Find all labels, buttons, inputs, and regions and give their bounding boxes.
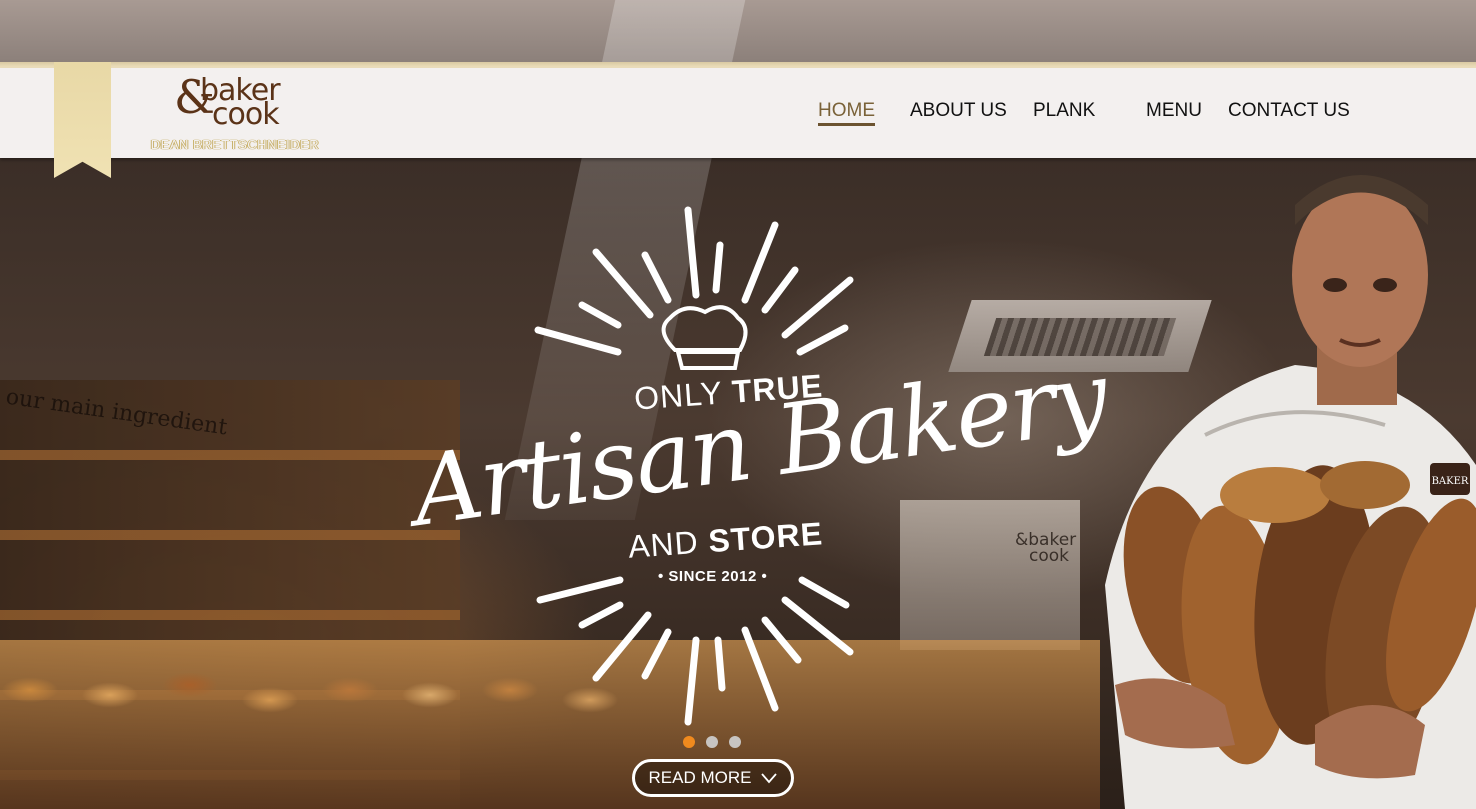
slider-dot-3[interactable] [729,736,741,748]
logo-subtitle: DEAN BRETTSCHNEIDER [150,137,320,152]
since-label: • SINCE 2012 • [658,568,768,585]
read-more-label: READ MORE [648,768,752,787]
nav-plank[interactable]: PLANK [1033,100,1095,122]
chef-image: BAKER [1105,175,1476,809]
logo-cook: cook [212,97,280,132]
slider-dot-2[interactable] [706,736,718,748]
hero-emblem: ONLY TRUE Artisan Bakery AND STORE • SIN… [400,200,1113,740]
word-store: STORE [707,515,825,560]
nav-about-us[interactable]: ABOUT US [910,100,1007,122]
nav-home[interactable]: HOME [818,100,875,126]
chevron-down-icon [761,769,778,787]
slider-dot-1[interactable] [683,736,695,748]
read-more-button[interactable]: READ MORE [632,759,794,797]
nav-menu[interactable]: MENU [1146,100,1202,122]
chef-hat-icon [661,305,748,370]
word-and: AND [626,523,700,565]
bookmark-ribbon [54,62,111,178]
nav-contact-us[interactable]: CONTACT US [1228,100,1350,122]
apron-badge: BAKER [1432,476,1469,487]
brand-logo[interactable]: & baker cook DEAN BRETTSCHNEIDER [150,74,320,154]
